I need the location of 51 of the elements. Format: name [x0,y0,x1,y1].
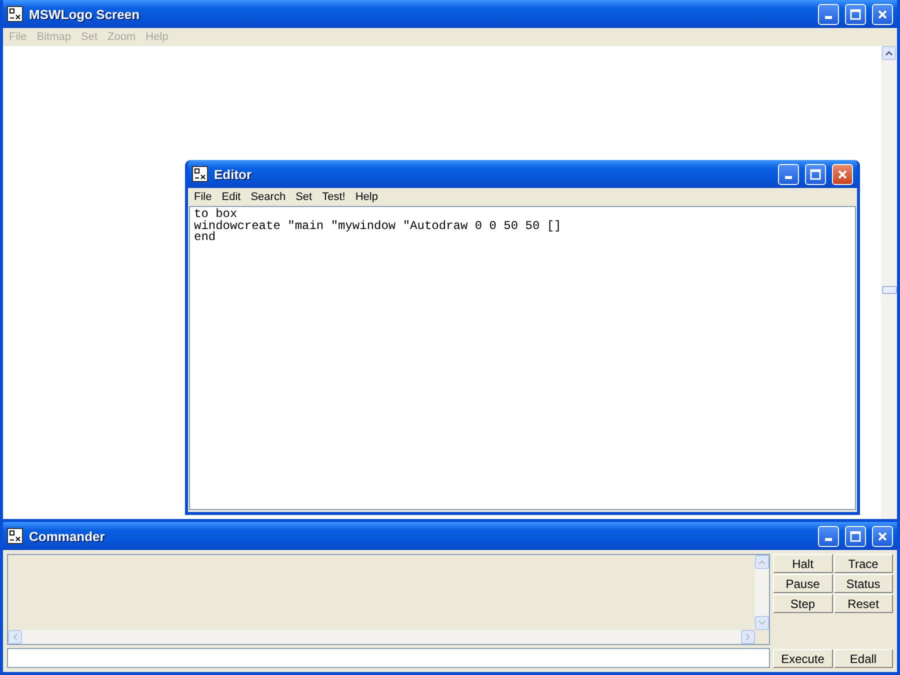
maximize-button[interactable] [845,4,866,24]
command-button[interactable]: Step [773,594,832,613]
minimize-icon [825,16,832,18]
close-button[interactable] [832,164,853,184]
caret-up-icon [885,50,893,56]
command-button[interactable]: Status [834,574,893,593]
minimize-icon [825,538,832,540]
window-title: Editor [214,166,253,182]
code-editor[interactable]: to box windowcreate "main "mywindow "Autodraw 0 0 50 50 [] end [189,206,856,510]
close-button[interactable] [872,526,893,546]
window-title: Commander [29,528,106,544]
menu-item[interactable]: Edit [218,191,245,203]
command-button[interactable]: Halt [773,554,832,573]
code-line: end [194,232,217,244]
scroll-thumb[interactable] [882,286,896,294]
minimize-button[interactable] [818,4,839,24]
code-line: windowcreate "main "mywindow "Autodraw 0 0 50 50 [] [194,220,562,232]
command-button[interactable]: Trace [834,554,893,573]
code-line: to box [194,209,238,220]
close-icon [877,8,888,20]
command-button[interactable]: Pause [773,574,832,593]
maximize-icon [810,168,821,180]
maximize-button[interactable] [805,164,826,184]
menu-item[interactable]: File [190,191,216,203]
command-button[interactable]: Execute [773,649,832,668]
window-title: MSWLogo Screen [29,6,141,22]
caret-right-icon [745,633,751,641]
menu-item[interactable]: Set [292,191,316,203]
caret-up-icon [758,559,766,565]
command-button[interactable]: Reset [834,594,893,613]
vertical-scrollbar[interactable] [881,46,897,519]
command-input-field[interactable] [7,648,770,668]
close-icon [877,530,888,542]
app-icon [7,528,23,544]
maximize-icon [850,530,861,542]
maximize-button[interactable] [845,526,866,546]
menu-item[interactable]: Help [351,191,382,203]
scroll-up-button[interactable] [882,46,896,60]
close-button[interactable] [872,4,893,24]
maximize-icon [850,8,861,20]
minimize-icon [785,176,792,178]
minimize-button[interactable] [818,526,839,546]
app-icon [192,166,208,182]
close-icon [837,168,848,180]
minimize-button[interactable] [778,164,799,184]
app-icon [7,6,23,22]
menu-item[interactable]: Test! [318,191,350,203]
command-button[interactable]: Edall [834,649,893,668]
menu-item[interactable]: Search [246,191,290,203]
caret-left-icon [12,633,18,641]
caret-down-icon [758,620,766,626]
